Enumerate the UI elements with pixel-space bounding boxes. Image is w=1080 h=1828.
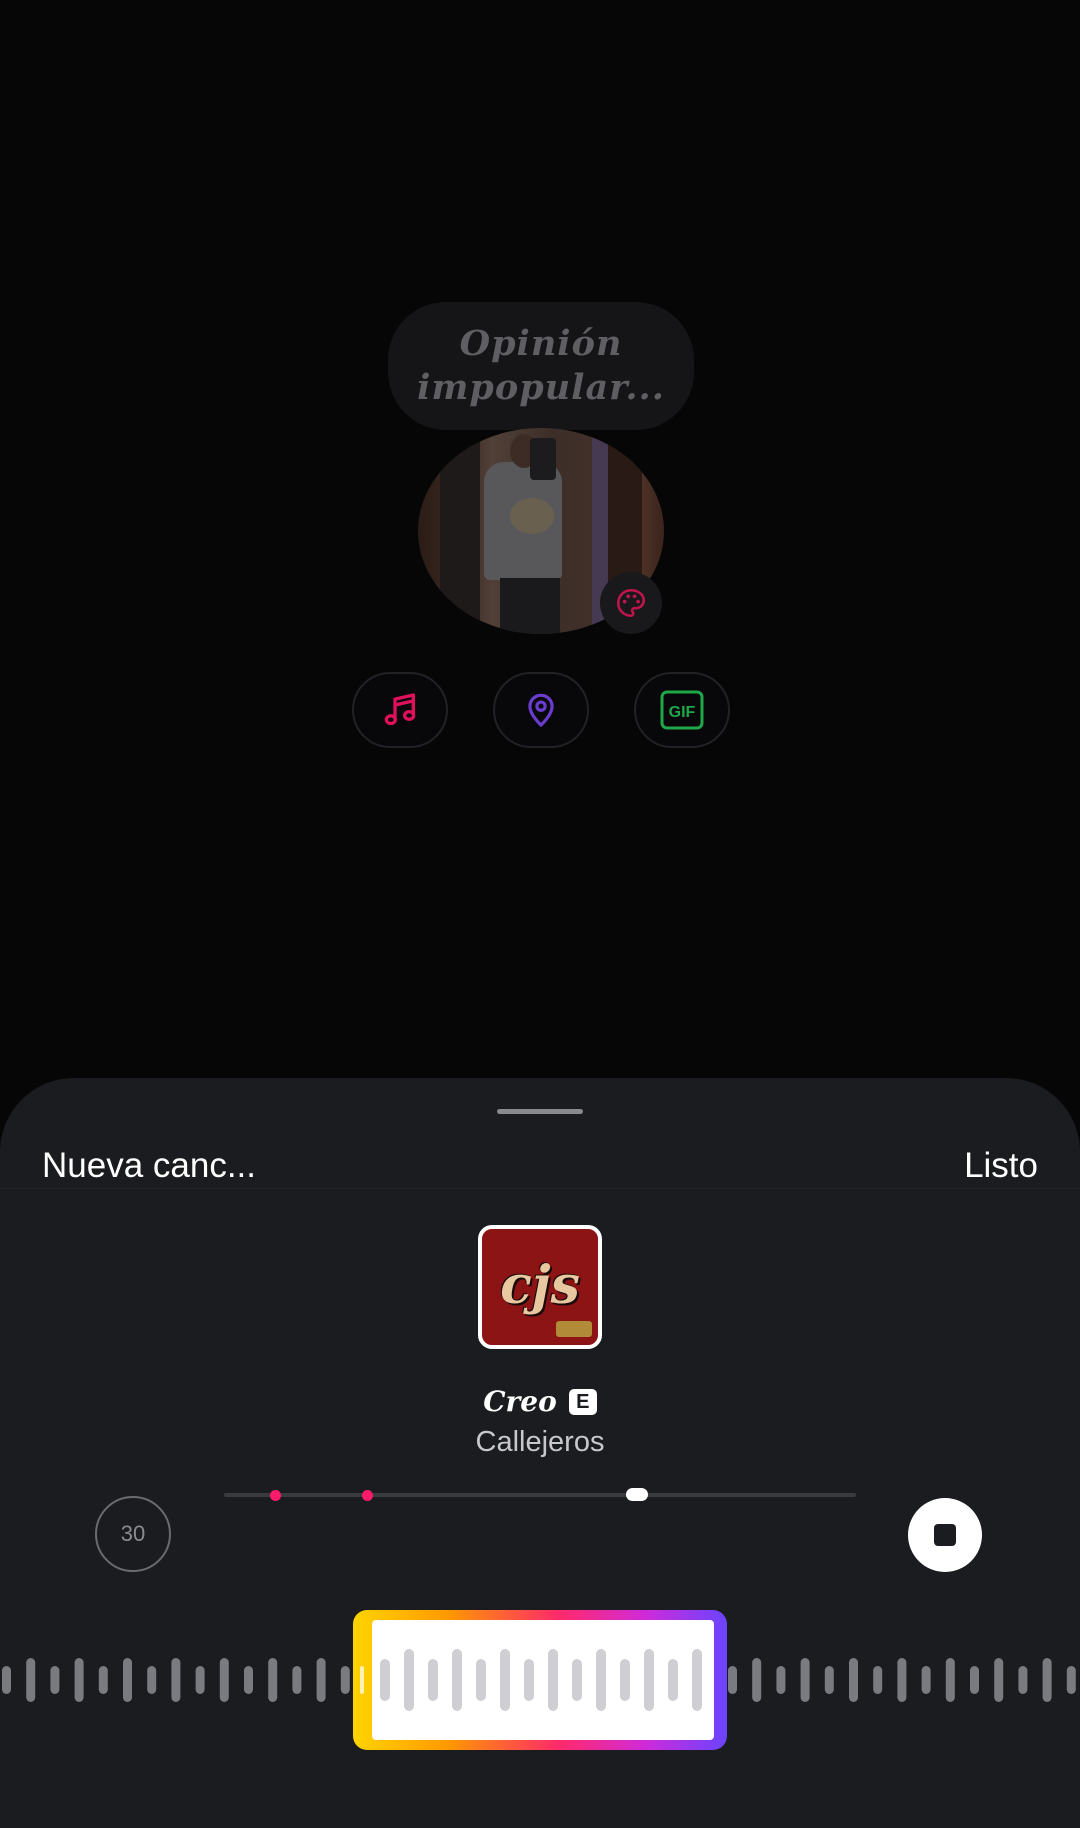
waveform-bar	[316, 1658, 326, 1702]
note-input[interactable]: Opinión impopular...	[388, 302, 694, 430]
song-title-row: Creo E	[0, 1385, 1080, 1418]
sheet-drag-handle[interactable]	[497, 1109, 583, 1114]
waveform-bar	[945, 1658, 955, 1702]
waveform-bar	[98, 1666, 108, 1694]
waveform-bar	[873, 1666, 883, 1694]
waveform-bar	[1018, 1666, 1028, 1694]
waveform-bar	[897, 1658, 907, 1702]
sheet-title: Nueva canc...	[42, 1146, 256, 1185]
waveform-bar	[1042, 1658, 1052, 1702]
duration-value: 30	[120, 1521, 146, 1546]
gif-label: GIF	[669, 704, 696, 721]
waveform-bar	[620, 1659, 630, 1701]
waveform-bar	[74, 1658, 84, 1702]
waveform-bar	[524, 1659, 534, 1701]
waveform-bar	[123, 1658, 132, 1702]
waveform-bar	[380, 1659, 390, 1701]
location-pin-icon	[528, 693, 554, 728]
waveform-bar	[268, 1658, 278, 1702]
clip-handle-left[interactable]	[360, 1666, 364, 1694]
album-cover: cjs	[478, 1225, 602, 1349]
song-artist: Callejeros	[475, 1426, 605, 1458]
scrubber-knob[interactable]	[626, 1488, 648, 1501]
album-logo: cjs	[500, 1255, 580, 1316]
waveform-bar	[849, 1658, 858, 1702]
gif-button[interactable]: GIF	[634, 672, 730, 748]
stop-icon	[934, 1524, 956, 1546]
waveform-bar	[596, 1649, 606, 1711]
waveform-bar	[219, 1658, 229, 1702]
stop-button[interactable]	[908, 1498, 982, 1572]
waveform-bar	[776, 1666, 786, 1694]
waveform-bar	[147, 1666, 157, 1694]
gif-icon: GIF	[660, 690, 704, 730]
palette-button[interactable]	[600, 572, 662, 634]
music-button[interactable]	[352, 672, 448, 748]
waveform-bar	[1066, 1666, 1076, 1694]
scrubber-track[interactable]	[224, 1493, 856, 1497]
waveform-bar	[476, 1659, 486, 1701]
waveform-bar	[500, 1649, 510, 1711]
scrubber-marker	[270, 1490, 281, 1501]
waveform-bar	[921, 1666, 931, 1694]
sheet-divider	[0, 1188, 1080, 1189]
waveform-bar	[824, 1666, 834, 1694]
scrubber-marker	[362, 1490, 373, 1501]
palette-icon	[616, 588, 646, 618]
waveform-bar	[428, 1659, 438, 1701]
selected-waveform	[380, 1649, 702, 1711]
song-title: Creo	[483, 1385, 557, 1418]
waveform-bar	[994, 1658, 1004, 1702]
waveform-bar	[752, 1658, 762, 1702]
waveform-bar	[800, 1658, 810, 1702]
note-placeholder-line1: Opinión	[459, 323, 623, 364]
waveform-bar	[340, 1666, 350, 1694]
waveform-bar	[452, 1649, 462, 1711]
note-placeholder-line2: impopular...	[417, 367, 665, 408]
music-note-icon	[384, 693, 416, 726]
waveform-bar	[2, 1666, 11, 1694]
waveform-bar	[195, 1666, 205, 1694]
location-button[interactable]	[493, 672, 589, 748]
waveform-bar	[50, 1666, 60, 1694]
waveform-bar	[692, 1649, 702, 1711]
waveform-bar	[970, 1666, 979, 1694]
waveform-bar	[404, 1649, 414, 1711]
waveform-bar	[644, 1649, 654, 1711]
clip-selector[interactable]	[353, 1610, 727, 1750]
done-button[interactable]: Listo	[964, 1146, 1038, 1186]
duration-button[interactable]: 30	[95, 1496, 171, 1572]
waveform-bar	[728, 1666, 737, 1694]
waveform-bar	[668, 1659, 678, 1701]
explicit-badge: E	[568, 1388, 597, 1415]
waveform-bar	[548, 1649, 558, 1711]
waveform-bar	[572, 1659, 582, 1701]
waveform-bar	[292, 1666, 302, 1694]
waveform-bar	[244, 1666, 253, 1694]
waveform-bar	[26, 1658, 36, 1702]
waveform-bar	[171, 1658, 181, 1702]
